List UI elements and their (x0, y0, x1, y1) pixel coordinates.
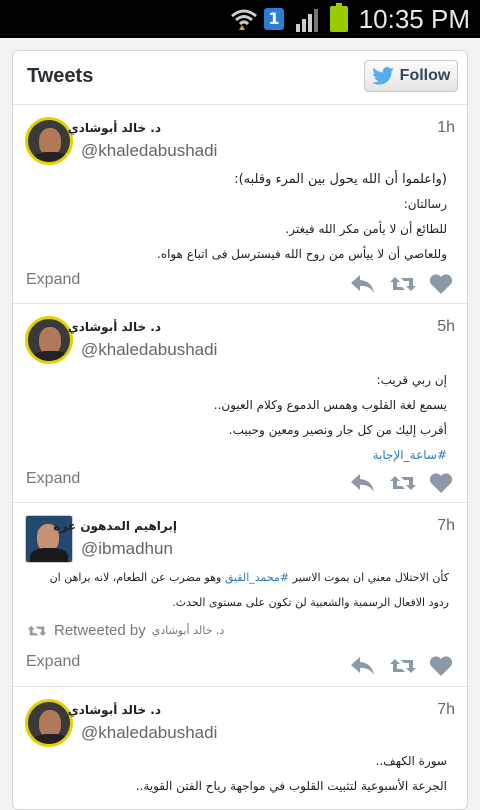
author-name[interactable]: د. خالد أبوشادي (68, 121, 161, 135)
tweet-text: سورة الكهف.. الجرعة الأسبوعية لتثبيت الق… (33, 749, 447, 799)
tweet-time[interactable]: 5h (437, 318, 455, 336)
tweet-time[interactable]: 7h (437, 701, 455, 719)
wifi-icon (231, 9, 257, 30)
retweet-small-icon (27, 625, 47, 636)
author-handle[interactable]: @khaledabushadi (81, 340, 217, 360)
author-handle[interactable]: @khaledabushadi (81, 723, 217, 743)
tweet-line: وللعاصي أن لا ييأس من روح الله فيسترسل ف… (156, 247, 447, 261)
author-name[interactable]: إبراهيم المدهون غزة (53, 519, 177, 533)
widget-title: Tweets (27, 65, 94, 87)
reply-icon[interactable] (349, 273, 375, 295)
follow-label: Follow (399, 67, 451, 84)
tweet-text-segment: وهو مضرب عن الطعام، لانه يراهن ان (49, 571, 225, 584)
retweeter-name[interactable]: د. خالد أبوشادي (152, 624, 225, 637)
favorite-icon[interactable] (429, 655, 455, 677)
expand-link[interactable]: Expand (26, 271, 80, 289)
retweeted-by: Retweeted by د. خالد أبوشادي (26, 622, 224, 639)
clock: 10:35 PM (358, 4, 470, 34)
author-name[interactable]: د. خالد أبوشادي (68, 320, 161, 334)
expand-link[interactable]: Expand (26, 653, 80, 671)
author-name[interactable]: د. خالد أبوشادي (68, 703, 161, 717)
retweet-icon[interactable] (389, 655, 416, 677)
reply-icon[interactable] (349, 472, 375, 494)
widget-header: Tweets Follow (13, 51, 467, 105)
tweet-item[interactable]: د. خالد أبوشادي @khaledabushadi 5h إن رب… (13, 304, 467, 503)
hashtag-link[interactable]: #ساعة_الإجابة (33, 443, 447, 468)
tweet-item[interactable]: د. خالد أبوشادي @khaledabushadi 1h (واعل… (13, 105, 467, 304)
avatar[interactable] (25, 699, 73, 747)
notification-badge: 1 (264, 8, 284, 30)
tweet-text: إن ربي قريب: يسمع لغة القلوب وهمس الدموع… (33, 368, 447, 468)
tweet-text: (واعلموا أن الله يحول بين المرء وقلبه): … (33, 167, 447, 267)
retweet-icon[interactable] (389, 273, 416, 295)
tweet-line: أقرب إليك من كل جار ونصير ومعين وحبيب. (228, 423, 447, 437)
status-bar: 1 10:35 PM (0, 0, 480, 38)
reply-icon[interactable] (349, 655, 375, 677)
tweet-line: (واعلموا أن الله يحول بين المرء وقلبه): (234, 172, 447, 187)
follow-button[interactable]: Follow (364, 60, 458, 92)
author-handle[interactable]: @khaledabushadi (81, 141, 217, 161)
battery-icon (330, 3, 348, 32)
tweet-line: كأن الاحتلال معني ان يموت الاسير #محمد_ا… (23, 565, 449, 590)
retweet-icon[interactable] (389, 472, 416, 494)
tweet-line: للطائع أن لا يأمن مكر الله فيغتر. (285, 222, 447, 236)
tweet-item[interactable]: د. خالد أبوشادي @khaledabushadi 7h سورة … (13, 687, 467, 807)
author-handle[interactable]: @ibmadhun (81, 539, 173, 559)
tweet-actions (349, 655, 455, 677)
tweet-time[interactable]: 1h (437, 119, 455, 137)
tweet-line: إن ربي قريب: (376, 373, 447, 387)
avatar[interactable] (25, 117, 73, 165)
tweet-line: الجرعة الأسبوعية لتثبيت القلوب في مواجهة… (135, 779, 447, 793)
favorite-icon[interactable] (429, 273, 455, 295)
tweet-line: ردود الافعال الرسمية والشعبية لن تكون عل… (172, 596, 449, 609)
favorite-icon[interactable] (429, 472, 455, 494)
tweet-line: سورة الكهف.. (375, 754, 447, 768)
tweet-actions (349, 472, 455, 494)
tweet-actions (349, 273, 455, 295)
tweet-text: كأن الاحتلال معني ان يموت الاسير #محمد_ا… (23, 565, 449, 615)
expand-link[interactable]: Expand (26, 470, 80, 488)
hashtag-link[interactable]: #محمد_القيق (225, 571, 289, 584)
tweets-widget: Tweets Follow د. خالد أبوشادي @khaledabu… (12, 50, 468, 810)
tweet-text-segment: كأن الاحتلال معني ان يموت الاسير (289, 571, 449, 584)
avatar[interactable] (25, 316, 73, 364)
twitter-bird-icon (371, 67, 394, 85)
tweet-line: رسالتان: (403, 197, 447, 211)
signal-icon (296, 9, 318, 32)
tweet-line: يسمع لغة القلوب وهمس الدموع وكلام العيون… (213, 398, 447, 412)
retweeted-by-label: Retweeted by (54, 622, 146, 639)
tweet-item[interactable]: إبراهيم المدهون غزة @ibmadhun 7h كأن الا… (13, 503, 467, 687)
tweet-time[interactable]: 7h (437, 517, 455, 535)
